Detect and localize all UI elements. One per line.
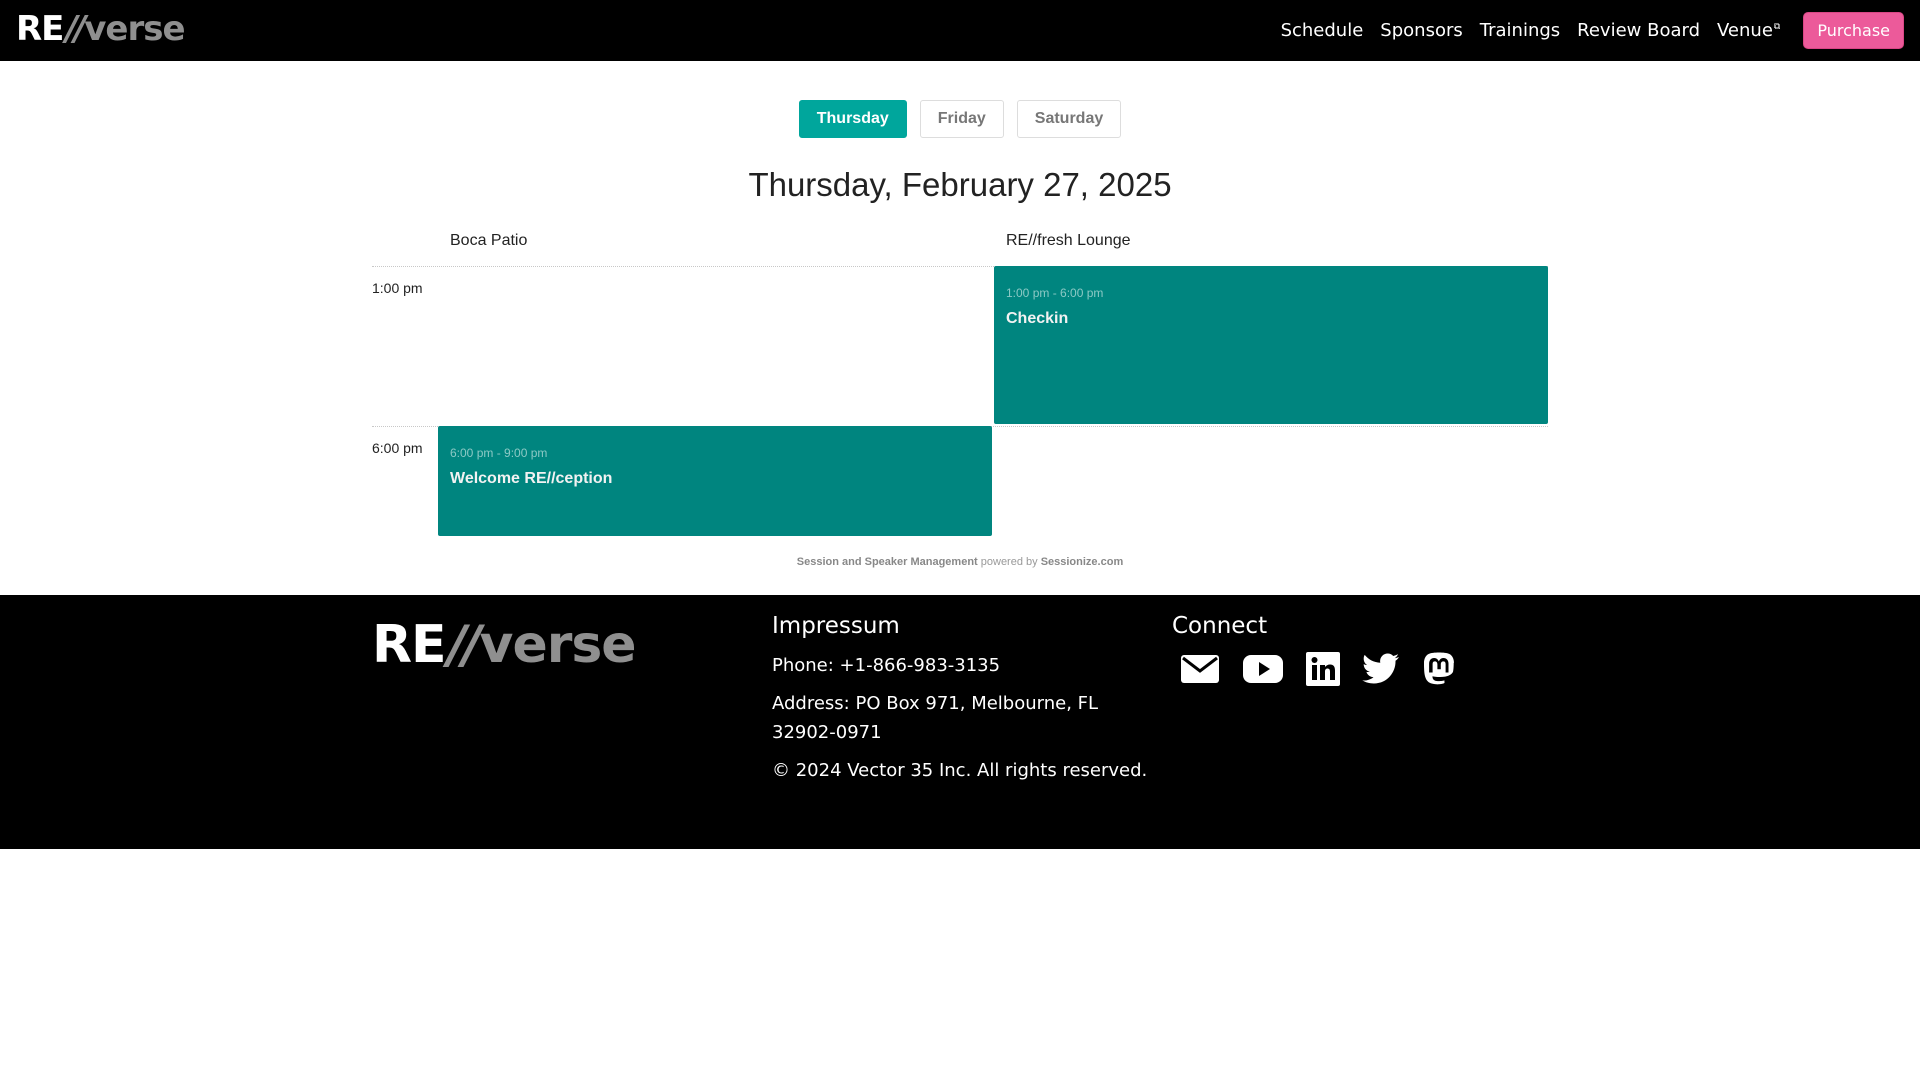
nav-label: Review Board xyxy=(1577,20,1701,41)
tab-saturday[interactable]: Saturday xyxy=(1016,100,1122,138)
nav-label: Sponsors xyxy=(1380,20,1463,41)
logo-slash: // xyxy=(65,9,86,49)
address-text: Address: PO Box 971, Melbourne, FL 32902… xyxy=(772,693,1099,743)
tab-thursday[interactable]: Thursday xyxy=(798,100,907,138)
impressum-heading: Impressum xyxy=(772,613,900,639)
youtube-icon[interactable] xyxy=(1242,653,1284,689)
twitter-icon[interactable] xyxy=(1362,653,1400,689)
email-icon[interactable] xyxy=(1180,653,1220,689)
nav-venue[interactable]: Venue ⧉ xyxy=(1717,20,1780,41)
session-time: 6:00 pm - 9:00 pm xyxy=(450,446,548,460)
logo-re: RE xyxy=(16,9,64,49)
nav-label: Schedule xyxy=(1280,20,1364,41)
room-header-boca-patio: Boca Patio xyxy=(450,232,528,249)
schedule-date-title: Thursday, February 27, 2025 xyxy=(748,166,1172,203)
nav-review-board[interactable]: Review Board xyxy=(1577,20,1700,41)
nav-sponsors[interactable]: Sponsors xyxy=(1380,20,1462,41)
sessionize-link[interactable]: Sessionize.com xyxy=(1041,556,1124,568)
site-footer: RE//verse Impressum Phone: +1-866-983-31… xyxy=(0,595,1920,849)
reverse-logo[interactable]: RE//verse xyxy=(16,9,186,49)
mastodon-icon[interactable] xyxy=(1422,651,1456,691)
session-time: 1:00 pm - 6:00 pm xyxy=(1006,286,1104,300)
impressum-section: Impressum Phone: +1-866-983-3135 Address… xyxy=(772,613,1162,794)
session-card-checkin[interactable]: 1:00 pm - 6:00 pm Checkin xyxy=(994,266,1548,424)
top-navbar: RE//verse Schedule Sponsors Trainings Re… xyxy=(0,0,1920,61)
session-title: Welcome RE//ception xyxy=(450,470,613,487)
purchase-button[interactable]: Purchase xyxy=(1803,12,1904,49)
logo-verse: verse xyxy=(84,9,185,49)
social-icons xyxy=(1180,651,1456,691)
powered-by: Session and Speaker Management powered b… xyxy=(0,556,1920,568)
session-title: Checkin xyxy=(1006,310,1069,327)
external-link-icon: ⧉ xyxy=(1773,22,1781,32)
session-card-welcome-reception[interactable]: 6:00 pm - 9:00 pm Welcome RE//ception xyxy=(438,426,992,536)
logo-slash: // xyxy=(447,615,482,675)
connect-section: Connect xyxy=(1172,613,1456,691)
footer-logo: RE//verse xyxy=(372,615,637,675)
copyright-text: © 2024 Vector 35 Inc. All rights reserve… xyxy=(772,760,1148,781)
logo-re: RE xyxy=(372,615,447,675)
logo-verse: verse xyxy=(479,615,637,675)
nav-label: Trainings xyxy=(1479,20,1561,41)
nav-label: Venue xyxy=(1717,20,1773,41)
main-nav: Schedule Sponsors Trainings Review Board… xyxy=(1264,0,1904,61)
day-tabs: Thursday Friday Saturday xyxy=(0,100,1920,138)
powered-by-text: powered by xyxy=(977,556,1041,568)
session-management-link[interactable]: Session and Speaker Management xyxy=(797,556,978,568)
connect-heading: Connect xyxy=(1172,613,1268,639)
time-label: 6:00 pm xyxy=(372,440,423,456)
nav-schedule[interactable]: Schedule xyxy=(1281,20,1364,41)
tab-friday[interactable]: Friday xyxy=(919,100,1004,138)
time-label: 1:00 pm xyxy=(372,280,423,296)
nav-trainings[interactable]: Trainings xyxy=(1480,20,1560,41)
phone-text: Phone: +1-866-983-3135 xyxy=(772,655,1001,676)
linkedin-icon[interactable] xyxy=(1306,652,1340,690)
room-header-refresh-lounge: RE//fresh Lounge xyxy=(1006,232,1131,249)
